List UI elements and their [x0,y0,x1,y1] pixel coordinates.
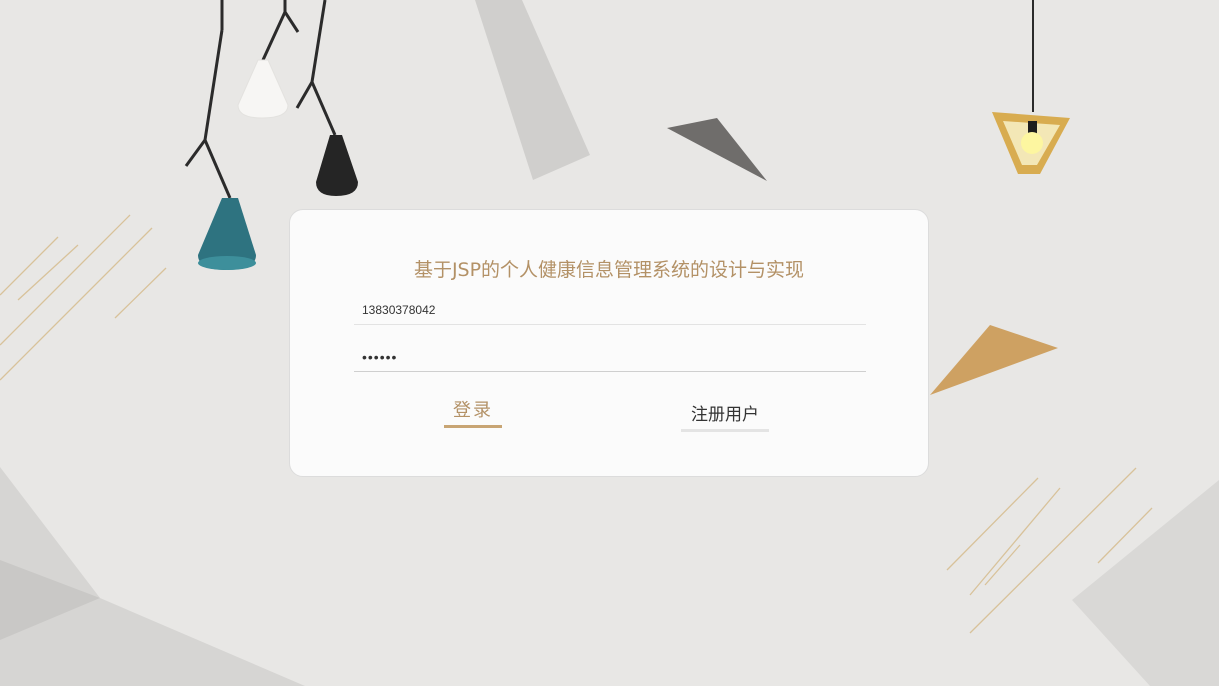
pendant-lamp-icon [184,0,256,270]
account-input[interactable] [354,295,866,325]
page-title: 基于JSP的个人健康信息管理系统的设计与实现 [413,259,805,281]
login-page: 基于JSP的个人健康信息管理系统的设计与实现 登录 注册用户 [0,0,1219,686]
triangle-shape [475,0,590,180]
diagonal-lines-left [0,214,167,381]
pendant-lamp-icon [237,0,300,119]
register-button[interactable]: 注册用户 [681,396,769,432]
bulb-lamp-icon [992,0,1070,174]
triangle-shape [0,467,305,686]
login-card: 基于JSP的个人健康信息管理系统的设计与实现 登录 注册用户 [289,209,929,477]
password-input[interactable] [354,342,866,372]
pendant-lamp-icon [295,0,358,196]
triangle-shape [667,118,767,181]
triangle-shape [930,325,1058,395]
triangle-shape [1072,480,1219,686]
login-button[interactable]: 登录 [444,392,502,428]
